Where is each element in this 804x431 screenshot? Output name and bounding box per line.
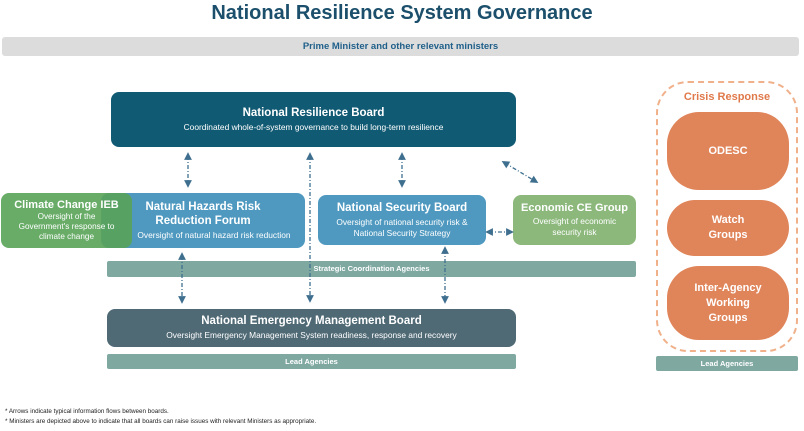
- flow-arrows: [178, 152, 539, 304]
- footnote-ministers: * Ministers are depicted above to indica…: [5, 418, 317, 425]
- arrow-nrb-economic-group: [501, 160, 539, 184]
- footnote-arrows: * Arrows indicate typical information fl…: [5, 408, 169, 415]
